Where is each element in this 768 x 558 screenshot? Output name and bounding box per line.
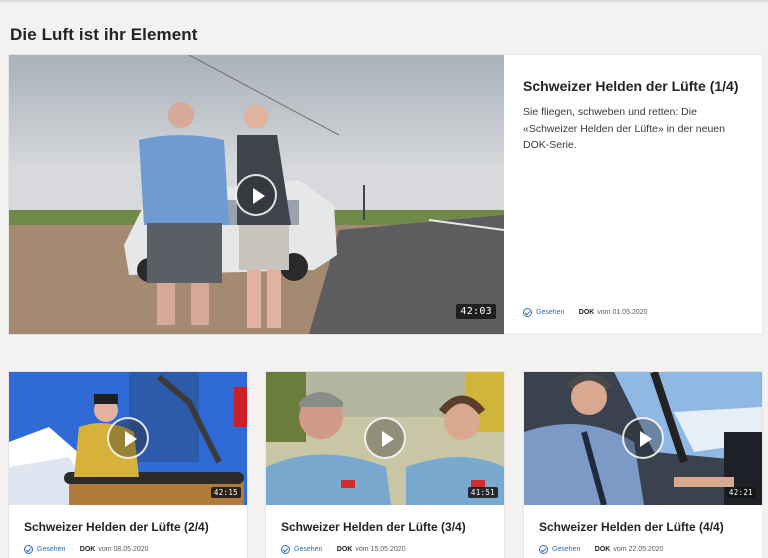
card-title[interactable]: Schweizer Helden der Lüfte (2/4)	[24, 520, 209, 534]
check-circle-icon	[281, 545, 290, 554]
check-circle-icon	[523, 308, 532, 317]
card-title[interactable]: Schweizer Helden der Lüfte (3/4)	[281, 520, 466, 534]
episode-card[interactable]: 42:21 Schweizer Helden der Lüfte (4/4) G…	[524, 372, 762, 558]
seen-label: Gesehen	[37, 546, 66, 553]
hero-meta: Gesehen · DOK vom 01.05.2020	[523, 308, 648, 317]
play-icon[interactable]	[107, 417, 149, 459]
card-meta: Gesehen · DOK vom 15.05.2020	[281, 545, 406, 554]
top-divider	[0, 0, 768, 2]
play-icon[interactable]	[364, 417, 406, 459]
card-title[interactable]: Schweizer Helden der Lüfte (4/4)	[539, 520, 724, 534]
hero-title[interactable]: Schweizer Helden der Lüfte (1/4)	[523, 77, 742, 95]
show-label: DOK	[79, 546, 96, 553]
play-icon[interactable]	[622, 417, 664, 459]
card-thumbnail[interactable]: 42:21	[524, 372, 762, 505]
hero-info: Schweizer Helden der Lüfte (1/4) Sie fli…	[504, 55, 762, 334]
episode-card[interactable]: 41:51 Schweizer Helden der Lüfte (3/4) G…	[266, 372, 504, 558]
meta-separator: ·	[328, 546, 331, 553]
episode-card[interactable]: 42:15 Schweizer Helden der Lüfte (2/4) G…	[9, 372, 247, 558]
seen-label: Gesehen	[552, 546, 581, 553]
duration-badge: 42:15	[210, 487, 241, 498]
seen-label: Gesehen	[294, 546, 323, 553]
play-icon[interactable]	[235, 174, 277, 216]
date-label: vom 01.05.2020	[597, 309, 648, 316]
show-label: DOK	[336, 546, 353, 553]
meta-separator: ·	[586, 546, 589, 553]
duration-badge: 42:21	[725, 487, 756, 498]
section-title: Die Luft ist ihr Element	[10, 25, 198, 44]
card-meta: Gesehen · DOK vom 22.05.2020	[539, 545, 664, 554]
duration-badge: 41:51	[467, 487, 498, 498]
show-label: DOK	[578, 309, 595, 316]
show-label: DOK	[594, 546, 611, 553]
seen-label: Gesehen	[536, 309, 565, 316]
duration-badge: 42:03	[456, 304, 496, 319]
card-thumbnail[interactable]: 41:51	[266, 372, 504, 505]
meta-separator: ·	[570, 309, 573, 316]
check-circle-icon	[24, 545, 33, 554]
date-label: vom 15.05.2020	[355, 546, 406, 553]
date-label: vom 08.05.2020	[98, 546, 149, 553]
hero-thumbnail[interactable]: 42:03	[9, 55, 504, 334]
date-label: vom 22.05.2020	[613, 546, 664, 553]
hero-teaser[interactable]: 42:03 Schweizer Helden der Lüfte (1/4) S…	[9, 55, 762, 334]
card-thumbnail[interactable]: 42:15	[9, 372, 247, 505]
check-circle-icon	[539, 545, 548, 554]
meta-separator: ·	[71, 546, 74, 553]
hero-description: Sie fliegen, schweben und retten: Die «S…	[523, 106, 725, 151]
card-meta: Gesehen · DOK vom 08.05.2020	[24, 545, 149, 554]
